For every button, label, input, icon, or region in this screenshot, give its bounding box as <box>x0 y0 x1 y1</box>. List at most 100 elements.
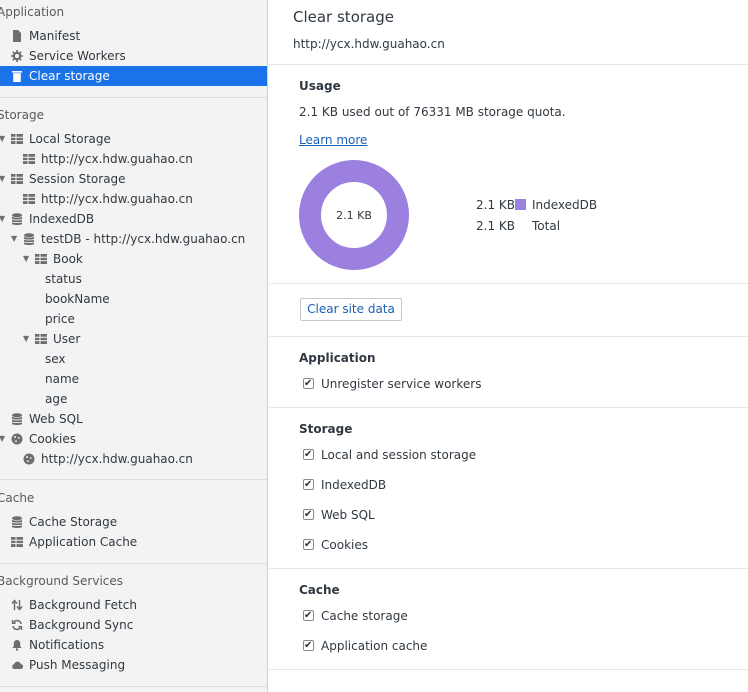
expand-arrow-icon[interactable]: ▼ <box>0 429 5 449</box>
sidebar-item-label: http://ycx.hdw.guahao.cn <box>41 192 193 206</box>
table-grid-icon <box>35 254 47 264</box>
sidebar-item-label: Web SQL <box>29 412 83 426</box>
sidebar-item-application-cache[interactable]: Application Cache <box>0 532 267 552</box>
section-divider <box>269 568 748 569</box>
checkbox-label: Unregister service workers <box>321 377 482 391</box>
sidebar-item-session-storage[interactable]: ▼ Session Storage <box>0 169 267 189</box>
sidebar-item-label: Cookies <box>29 432 76 446</box>
local-session-storage-checkbox[interactable] <box>303 447 314 463</box>
file-icon <box>13 30 21 42</box>
sidebar-item-web-sql[interactable]: Web SQL <box>0 409 267 429</box>
sidebar-item-label: bookName <box>45 292 110 306</box>
expand-arrow-icon[interactable]: ▼ <box>0 169 5 189</box>
sidebar-item-label: status <box>45 272 82 286</box>
sidebar-section-storage-title: Storage <box>0 108 44 122</box>
clear-site-data-button[interactable]: Clear site data <box>300 298 402 321</box>
section-divider <box>269 407 748 408</box>
checkbox-label: Cookies <box>321 538 368 552</box>
table-grid-icon <box>23 154 35 164</box>
sidebar-item-label: Push Messaging <box>29 658 126 672</box>
sidebar-item-cookies-origin[interactable]: http://ycx.hdw.guahao.cn <box>0 449 267 469</box>
sidebar-item-label: IndexedDB <box>29 212 95 226</box>
sidebar-item-indexeddb[interactable]: ▼ IndexedDB <box>0 209 267 229</box>
sidebar-item-label: Background Sync <box>29 618 134 632</box>
database-icon <box>23 233 35 245</box>
sidebar-item-label: Clear storage <box>29 69 110 83</box>
legend-swatch-indexeddb <box>515 199 526 210</box>
sidebar-item-local-storage-origin[interactable]: http://ycx.hdw.guahao.cn <box>0 149 267 169</box>
section-divider <box>269 669 748 670</box>
table-grid-icon <box>11 134 23 144</box>
section-divider <box>269 64 748 65</box>
sidebar-item-label: age <box>45 392 68 406</box>
sidebar-item-label: User <box>53 332 81 346</box>
sidebar-item-cache-storage[interactable]: Cache Storage <box>0 512 267 532</box>
legend-size-total: 2.1 KB <box>476 219 515 233</box>
sidebar-item-index-price[interactable]: price <box>0 309 267 329</box>
sidebar-item-indexeddb-database[interactable]: ▼ testDB - http://ycx.hdw.guahao.cn <box>0 229 267 249</box>
sidebar-item-label: Cache Storage <box>29 515 118 529</box>
application-cache-checkbox[interactable] <box>303 638 314 654</box>
legend-size-indexeddb: 2.1 KB <box>476 198 515 212</box>
sidebar-item-label: http://ycx.hdw.guahao.cn <box>41 152 193 166</box>
sidebar-item-local-storage[interactable]: ▼ Local Storage <box>0 129 267 149</box>
sidebar-item-label: Session Storage <box>29 172 126 186</box>
section-divider <box>269 336 748 337</box>
cookie-icon <box>11 433 23 445</box>
sidebar-item-label: testDB - http://ycx.hdw.guahao.cn <box>41 232 246 246</box>
sidebar-item-object-store-book[interactable]: ▼ Book <box>0 249 267 269</box>
sidebar-item-manifest[interactable]: Manifest <box>0 26 267 46</box>
database-icon <box>11 213 23 225</box>
checkbox-label: Local and session storage <box>321 448 477 462</box>
sidebar-item-index-bookname[interactable]: bookName <box>0 289 267 309</box>
expand-arrow-icon[interactable]: ▼ <box>11 229 17 249</box>
table-grid-icon <box>35 334 47 344</box>
checkbox-label: Application cache <box>321 639 428 653</box>
sidebar: Application Manifest Service Workers Cle… <box>0 0 268 692</box>
checkbox-label: Cache storage <box>321 609 408 623</box>
table-grid-icon <box>11 537 23 547</box>
sidebar-item-background-fetch[interactable]: Background Fetch <box>0 595 267 615</box>
sidebar-item-index-sex[interactable]: sex <box>0 349 267 369</box>
expand-arrow-icon[interactable]: ▼ <box>23 249 29 269</box>
legend-name-total: Total <box>532 219 561 233</box>
sidebar-item-cookies[interactable]: ▼ Cookies <box>0 429 267 449</box>
sidebar-item-service-workers[interactable]: Service Workers <box>0 46 267 66</box>
indexeddb-checkbox[interactable] <box>303 477 314 493</box>
up-down-arrows-icon <box>11 599 23 611</box>
cookie-icon <box>23 453 35 465</box>
sidebar-divider <box>0 97 267 98</box>
sidebar-item-background-sync[interactable]: Background Sync <box>0 615 267 635</box>
cookies-checkbox[interactable] <box>303 537 314 553</box>
sidebar-item-label: sex <box>45 352 66 366</box>
section-divider <box>269 283 748 284</box>
learn-more-link[interactable]: Learn more <box>299 133 367 147</box>
unregister-service-workers-checkbox[interactable] <box>303 376 314 392</box>
sidebar-item-push-messaging[interactable]: Push Messaging <box>0 655 267 675</box>
usage-heading: Usage <box>299 79 341 93</box>
expand-arrow-icon[interactable]: ▼ <box>0 209 5 229</box>
gear-icon <box>11 50 23 62</box>
checkbox-label: Web SQL <box>321 508 375 522</box>
expand-arrow-icon[interactable]: ▼ <box>23 329 29 349</box>
sidebar-divider <box>0 479 267 480</box>
sidebar-section-cache-title: Cache <box>0 491 35 505</box>
sidebar-item-label: Application Cache <box>29 535 138 549</box>
sidebar-item-index-age[interactable]: age <box>0 389 267 409</box>
sidebar-item-label: Notifications <box>29 638 105 652</box>
sidebar-item-clear-storage[interactable]: Clear storage <box>0 66 267 86</box>
web-sql-checkbox[interactable] <box>303 507 314 523</box>
donut-center-label: 2.1 KB <box>336 209 372 222</box>
sidebar-item-notifications[interactable]: Notifications <box>0 635 267 655</box>
usage-summary: 2.1 KB used out of 76331 MB storage quot… <box>299 105 566 119</box>
cache-storage-checkbox[interactable] <box>303 608 314 624</box>
page-title: Clear storage <box>293 8 394 26</box>
database-icon <box>11 516 23 528</box>
sidebar-item-index-status[interactable]: status <box>0 269 267 289</box>
cache-heading: Cache <box>299 583 340 597</box>
sidebar-item-label: Local Storage <box>29 132 111 146</box>
sidebar-item-index-name[interactable]: name <box>0 369 267 389</box>
expand-arrow-icon[interactable]: ▼ <box>0 129 5 149</box>
sidebar-item-session-storage-origin[interactable]: http://ycx.hdw.guahao.cn <box>0 189 267 209</box>
sidebar-item-object-store-user[interactable]: ▼ User <box>0 329 267 349</box>
